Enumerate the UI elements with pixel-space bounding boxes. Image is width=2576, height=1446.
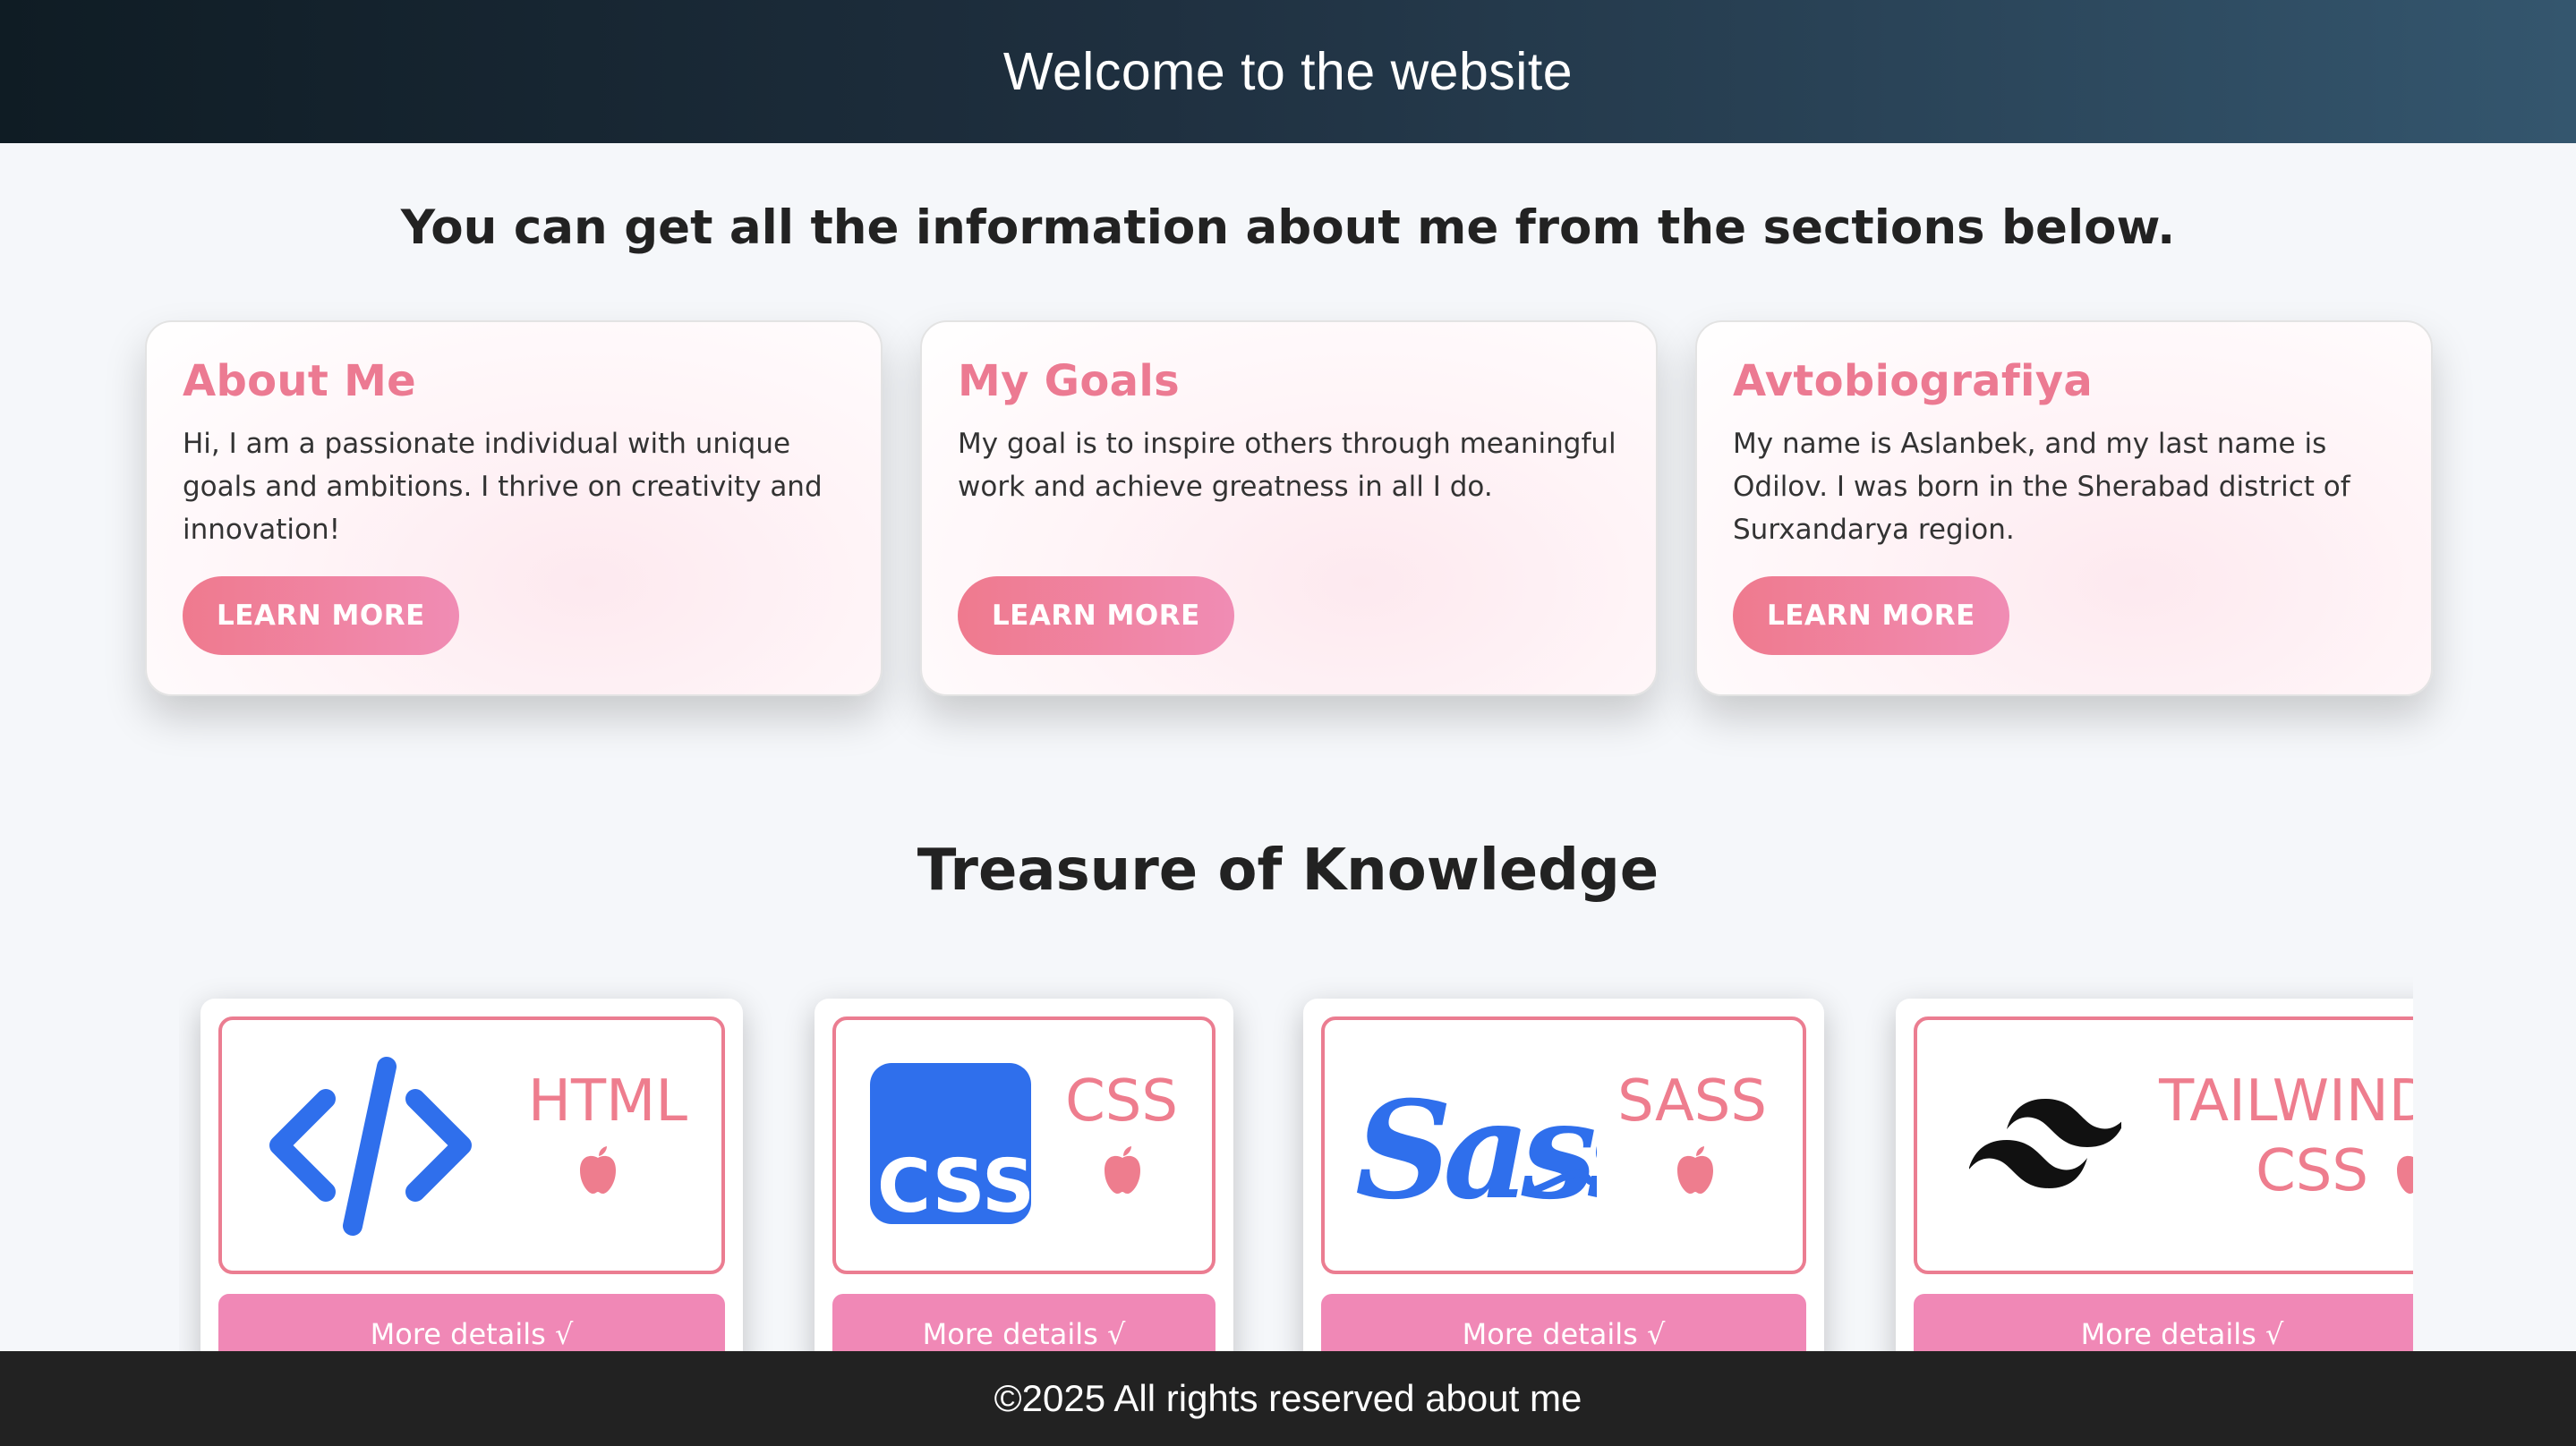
tech-card-html: HTML More details √ [200, 999, 743, 1351]
tech-name-line1: TAILWIND [2159, 1068, 2413, 1135]
card-text: My name is Aslanbek, and my last name is… [1733, 428, 2350, 546]
card-title: My Goals [958, 356, 1180, 406]
svg-text:Sass: Sass [1355, 1072, 1597, 1229]
learn-more-button[interactable]: LEARN MORE [183, 576, 459, 655]
knowledge-heading: Treasure of Knowledge [917, 838, 1659, 904]
my-goals-card: My Goals My goal is to inspire others th… [920, 320, 1658, 696]
intro-heading: You can get all the information about me… [400, 200, 2176, 255]
card-title: Avtobiografiya [1733, 356, 2094, 406]
tech-card-frame: Sass SASS [1321, 1016, 1806, 1274]
tailwind-logo-icon [1969, 1099, 2121, 1188]
site-title: Welcome to the website [1002, 42, 1574, 101]
more-details-button[interactable]: More details √ [218, 1294, 725, 1351]
tech-card-css: CSS CSS More details √ [815, 999, 1233, 1351]
apple-icon [2397, 1155, 2413, 1194]
site-header: Welcome to the website [0, 0, 2576, 143]
tech-card-tailwind: TAILWIND CSS More details √ [1896, 999, 2413, 1351]
tech-card-frame: CSS CSS [832, 1016, 1215, 1274]
tech-carousel[interactable]: HTML More details √ CSS CSS More details… [179, 975, 2413, 1351]
card-text: Hi, I am a passionate individual with un… [183, 428, 823, 546]
card-text: My goal is to inspire others through mea… [958, 428, 1616, 503]
tech-card-frame: HTML [218, 1016, 725, 1274]
card-title: About Me [183, 356, 417, 406]
more-details-button[interactable]: More details √ [832, 1294, 1215, 1351]
more-details-button[interactable]: More details √ [1914, 1294, 2413, 1351]
svg-text:CSS: CSS [877, 1144, 1031, 1224]
apple-icon [580, 1146, 616, 1194]
css-logo-icon: CSS [870, 1063, 1031, 1224]
more-details-button[interactable]: More details √ [1321, 1294, 1806, 1351]
autobiography-card: Avtobiografiya My name is Aslanbek, and … [1695, 320, 2433, 696]
tech-card-frame: TAILWIND CSS [1914, 1016, 2413, 1274]
tech-name: HTML [527, 1068, 687, 1135]
site-footer: ©2025 All rights reserved about me [0, 1351, 2576, 1446]
apple-icon [1105, 1146, 1140, 1194]
tech-card-sass: Sass SASS More details √ [1303, 999, 1824, 1351]
tech-name: SASS [1617, 1068, 1767, 1135]
tech-name-line2: CSS [2256, 1138, 2368, 1204]
learn-more-button[interactable]: LEARN MORE [1733, 576, 2009, 655]
code-brackets-icon [269, 1057, 472, 1236]
footer-copyright: ©2025 All rights reserved about me [994, 1377, 1582, 1419]
learn-more-button[interactable]: LEARN MORE [958, 576, 1234, 655]
page: Welcome to the website You can get all t… [0, 0, 2576, 1446]
info-cards: About Me Hi, I am a passionate individua… [145, 320, 2435, 696]
apple-icon [1677, 1146, 1713, 1194]
sass-logo-icon: Sass [1355, 1072, 1597, 1229]
tech-name: CSS [1065, 1068, 1178, 1135]
about-me-card: About Me Hi, I am a passionate individua… [145, 320, 883, 696]
